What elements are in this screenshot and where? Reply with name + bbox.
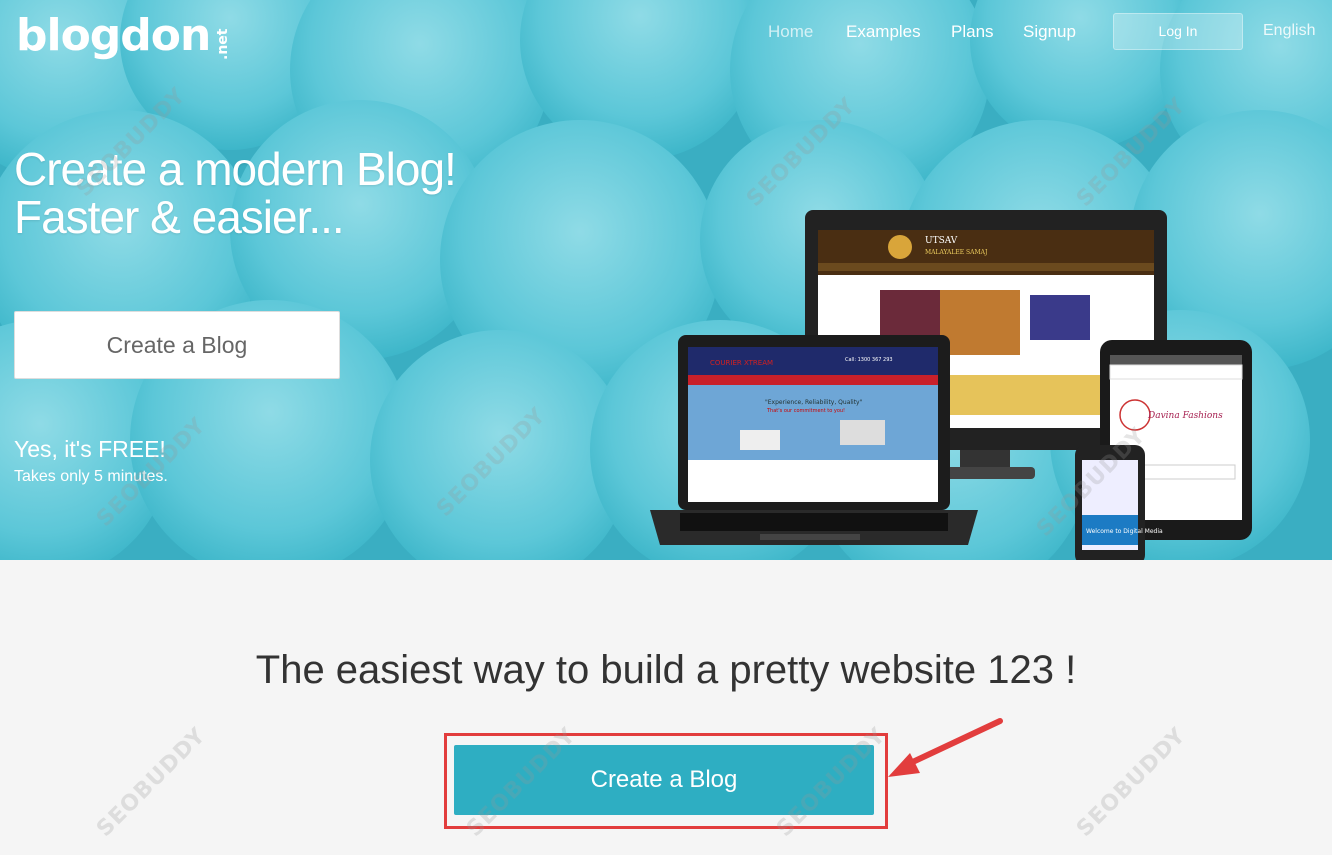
hero-headline: Create a modern Blog! Faster & easier... xyxy=(14,143,457,243)
nav-plans[interactable]: Plans xyxy=(951,22,994,42)
laptop-phone: Call: 1300 367 293 xyxy=(845,357,893,363)
monitor-site-title: UTSAV xyxy=(925,236,958,246)
nav-home[interactable]: Home xyxy=(768,22,813,42)
takes-text: Takes only 5 minutes. xyxy=(14,468,168,485)
main-create-blog-button[interactable]: Create a Blog xyxy=(454,745,874,815)
free-text: Yes, it's FREE! xyxy=(14,436,166,462)
laptop-device: COURIER XTREAM Call: 1300 367 293 "Exper… xyxy=(650,335,978,545)
hero-create-blog-button[interactable]: Create a Blog xyxy=(14,311,340,379)
login-button[interactable]: Log In xyxy=(1113,13,1243,50)
devices-illustration: UTSAV MALAYALEE SAMAJ COURIER XTREAM Cal… xyxy=(650,210,1252,560)
brand-name: blogdon xyxy=(16,10,211,61)
tablet-site-title: Davina Fashions xyxy=(1147,411,1223,421)
watermark-text: SEOBUDDY xyxy=(1072,723,1191,842)
monitor-site-subtitle: MALAYALEE SAMAJ xyxy=(925,249,988,256)
watermark-text: SEOBUDDY xyxy=(92,723,211,842)
brand-logo[interactable]: blogdon .net xyxy=(16,14,231,61)
laptop-slogan-2: That's our commitment to you! xyxy=(766,408,845,414)
laptop-slogan: "Experience, Reliability, Quality" xyxy=(765,399,863,406)
phone-screen-text: Welcome to Digital Media xyxy=(1086,528,1163,535)
nav-examples[interactable]: Examples xyxy=(846,22,921,42)
laptop-site-title: COURIER XTREAM xyxy=(710,359,773,367)
annotation-arrow-icon xyxy=(888,718,1003,777)
nav-signup[interactable]: Signup xyxy=(1023,22,1076,42)
brand-tld: .net xyxy=(215,28,231,60)
hero-section: blogdon .net Home Examples Plans Signup … xyxy=(0,0,1332,560)
headline-line-1: Create a modern Blog! xyxy=(14,143,457,195)
headline-line-2: Faster & easier... xyxy=(14,191,345,243)
main-tagline: The easiest way to build a pretty websit… xyxy=(255,648,1077,692)
language-selector[interactable]: English xyxy=(1263,22,1315,40)
